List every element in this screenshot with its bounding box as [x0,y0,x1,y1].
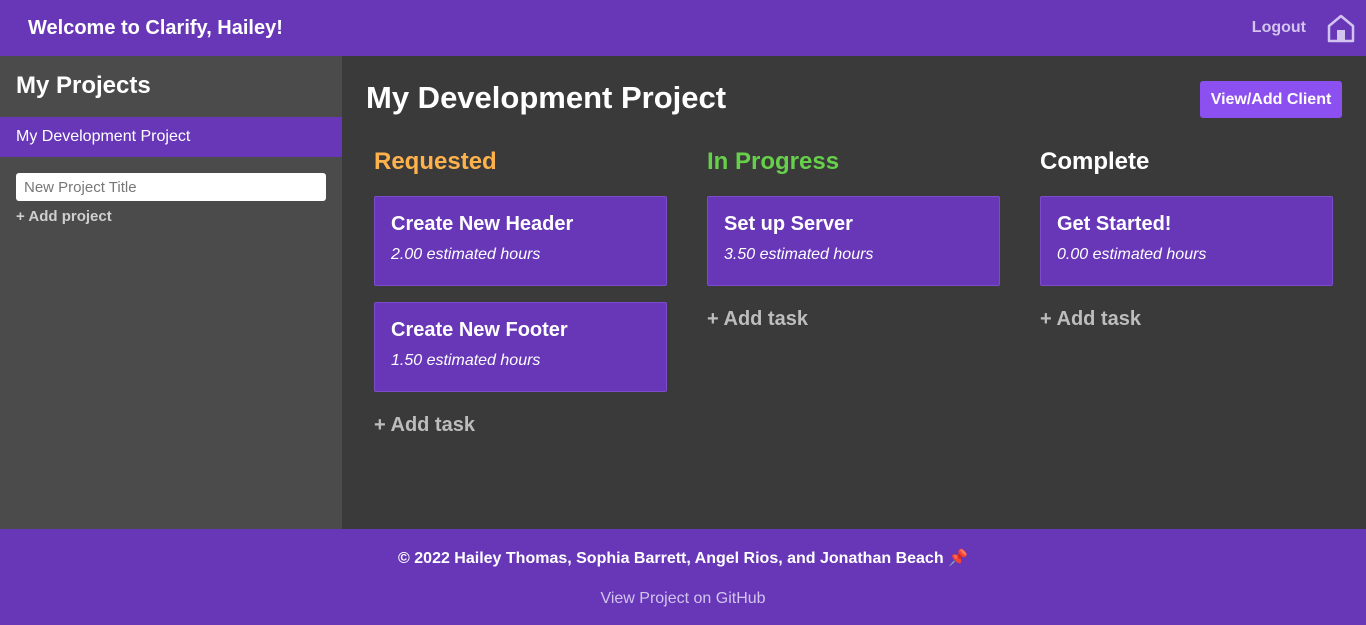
task-title: Set up Server [724,213,853,235]
task-card[interactable]: Get Started! 0.00 estimated hours [1040,196,1333,286]
add-task-button-complete[interactable]: + Add task [1040,308,1141,331]
add-project-button[interactable]: + Add project [16,208,112,225]
column-title-complete: Complete [1040,148,1150,175]
github-link[interactable]: View Project on GitHub [600,590,765,608]
task-hours: 0.00 estimated hours [1057,246,1207,263]
project-board: My Development Project View/Add Client R… [342,56,1366,529]
sidebar-item-my-development-project[interactable]: My Development Project [0,117,342,157]
column-complete: Complete Get Started! 0.00 estimated hou… [1040,148,1333,437]
column-title-in-progress: In Progress [707,148,840,175]
page-title: My Development Project [366,80,727,115]
column-requested: Requested Create New Header 2.00 estimat… [374,148,667,437]
top-bar-actions: Logout [1252,13,1356,43]
column-in-progress: In Progress Set up Server 3.50 estimated… [707,148,1000,437]
task-title: Get Started! [1057,213,1172,235]
task-card[interactable]: Set up Server 3.50 estimated hours [707,196,1000,286]
sidebar-heading: My Projects [16,72,151,99]
home-icon[interactable] [1326,13,1356,43]
view-add-client-button[interactable]: View/Add Client [1200,81,1342,118]
task-columns: Requested Create New Header 2.00 estimat… [374,148,1333,437]
task-card[interactable]: Create New Header 2.00 estimated hours [374,196,667,286]
new-project-title-input[interactable] [16,173,326,201]
task-hours: 1.50 estimated hours [391,352,541,369]
task-card[interactable]: Create New Footer 1.50 estimated hours [374,302,667,392]
logout-link[interactable]: Logout [1252,19,1306,37]
sidebar: My Projects My Development Project + Add… [0,56,342,529]
footer: © 2022 Hailey Thomas, Sophia Barrett, An… [0,529,1366,625]
welcome-message: Welcome to Clarify, Hailey! [28,16,283,39]
column-title-requested: Requested [374,148,497,175]
top-bar: Welcome to Clarify, Hailey! Logout [0,0,1366,56]
add-task-button-in-progress[interactable]: + Add task [707,308,808,331]
add-task-button-requested[interactable]: + Add task [374,414,475,437]
task-hours: 3.50 estimated hours [724,246,874,263]
task-title: Create New Footer [391,319,568,341]
task-hours: 2.00 estimated hours [391,246,541,263]
task-title: Create New Header [391,213,574,235]
copyright-text: © 2022 Hailey Thomas, Sophia Barrett, An… [398,550,968,567]
